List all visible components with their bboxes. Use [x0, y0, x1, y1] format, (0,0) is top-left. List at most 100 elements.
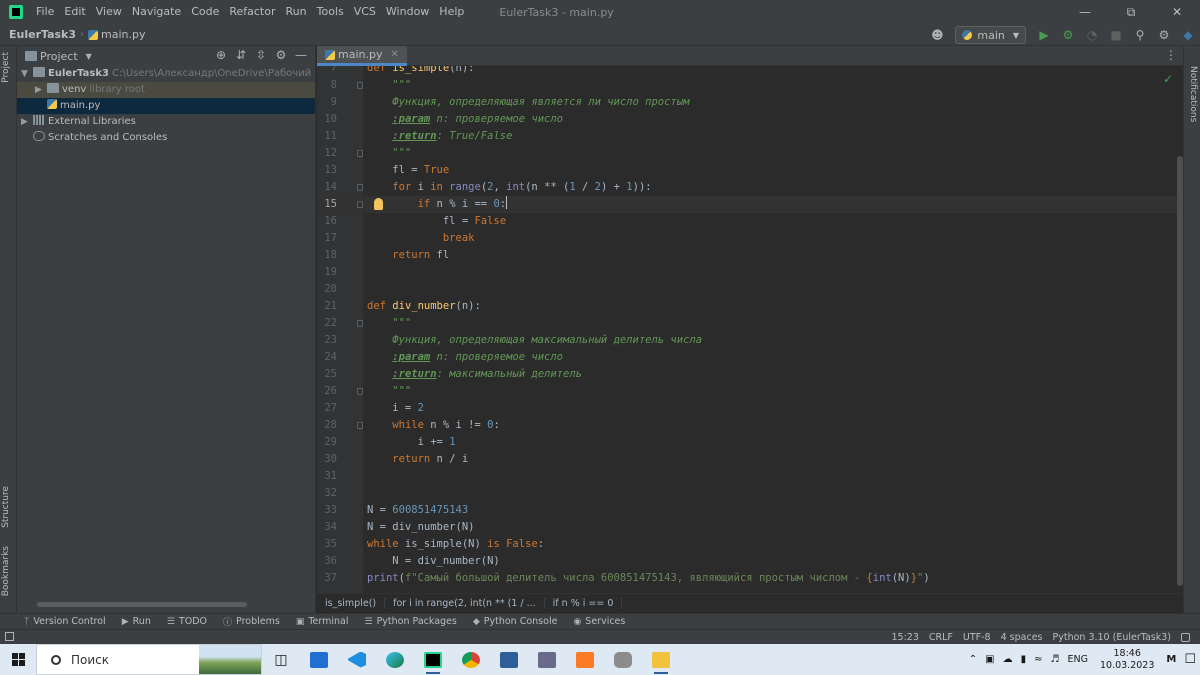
code-line[interactable]: 28 while n % i != 0:: [317, 417, 1183, 434]
code-line[interactable]: 22 """: [317, 315, 1183, 332]
file-encoding[interactable]: UTF-8: [963, 632, 991, 643]
line-number[interactable]: 27: [317, 400, 337, 417]
line-separator[interactable]: CRLF: [929, 632, 953, 643]
task-view-button[interactable]: ◫: [262, 644, 300, 675]
python-interpreter[interactable]: Python 3.10 (EulerTask3): [1053, 632, 1172, 643]
tree-item-external-libraries[interactable]: ▶ External Libraries: [17, 114, 315, 130]
coverage-icon[interactable]: ◔: [1082, 26, 1102, 44]
line-number[interactable]: 15: [317, 196, 337, 213]
menu-refactor[interactable]: Refactor: [224, 0, 280, 24]
line-number[interactable]: 26: [317, 383, 337, 400]
onedrive-icon[interactable]: ☁: [1003, 654, 1013, 665]
run-config-select[interactable]: main ▼: [955, 26, 1026, 44]
code-line[interactable]: 19: [317, 264, 1183, 281]
code-line[interactable]: 17 break: [317, 230, 1183, 247]
tree-item-scratches[interactable]: Scratches and Consoles: [17, 130, 315, 146]
code-line[interactable]: 29 i += 1: [317, 434, 1183, 451]
gear-icon[interactable]: ⚙: [1154, 26, 1174, 44]
line-number[interactable]: 13: [317, 162, 337, 179]
expand-all-icon[interactable]: ⇵: [231, 48, 251, 62]
code-line[interactable]: 35 while is_simple(N) is False:: [317, 536, 1183, 553]
tree-item-root[interactable]: ▼ EulerTask3 C:\Users\Александр\OneDrive\…: [17, 66, 315, 82]
code-line[interactable]: 12 """: [317, 145, 1183, 162]
more-icon[interactable]: ⋮: [1165, 48, 1177, 62]
tool-problems[interactable]: ⓘ Problems: [223, 615, 280, 628]
line-number[interactable]: 10: [317, 111, 337, 128]
line-number[interactable]: 11: [317, 128, 337, 145]
menu-code[interactable]: Code: [186, 0, 224, 24]
code-breadcrumb-item[interactable]: is_simple(): [317, 598, 386, 609]
code-line[interactable]: 25 :return: максимальный делитель: [317, 366, 1183, 383]
code-line[interactable]: 18 return fl: [317, 247, 1183, 264]
tool-run[interactable]: ▶ Run: [122, 616, 151, 627]
line-number[interactable]: 32: [317, 485, 337, 502]
code-line[interactable]: 32: [317, 485, 1183, 502]
code-line[interactable]: 33 N = 600851475143: [317, 502, 1183, 519]
menu-view[interactable]: View: [91, 0, 127, 24]
line-number[interactable]: 33: [317, 502, 337, 519]
menu-edit[interactable]: Edit: [59, 0, 90, 24]
code-line[interactable]: 27 i = 2: [317, 400, 1183, 417]
debug-icon[interactable]: ⚙: [1058, 26, 1078, 44]
fold-marker-icon[interactable]: [357, 320, 363, 327]
menu-help[interactable]: Help: [434, 0, 469, 24]
menu-navigate[interactable]: Navigate: [127, 0, 186, 24]
code-line[interactable]: 26 """: [317, 383, 1183, 400]
code-line[interactable]: 23 Функция, определяющая максимальный де…: [317, 332, 1183, 349]
taskbar-xampp[interactable]: [566, 644, 604, 675]
tree-item-venv[interactable]: ▶ venv library root: [17, 82, 315, 98]
project-tool-tab[interactable]: Project: [1, 52, 11, 83]
menu-tools[interactable]: Tools: [312, 0, 349, 24]
line-number[interactable]: 18: [317, 247, 337, 264]
line-number[interactable]: 22: [317, 315, 337, 332]
device-icon[interactable]: ▣: [985, 654, 994, 665]
code-line[interactable]: 13 fl = True: [317, 162, 1183, 179]
code-line[interactable]: 15 if n % i == 0:: [317, 196, 1183, 213]
code-line[interactable]: 31: [317, 468, 1183, 485]
gear-icon[interactable]: ⚙: [271, 48, 291, 62]
wifi-icon[interactable]: ≈: [1034, 654, 1042, 665]
menu-file[interactable]: File: [31, 0, 59, 24]
taskbar-database[interactable]: [604, 644, 642, 675]
fold-marker-icon[interactable]: [357, 184, 363, 191]
breadcrumb-project[interactable]: EulerTask3: [0, 28, 80, 41]
line-number[interactable]: 14: [317, 179, 337, 196]
fold-marker-icon[interactable]: [357, 422, 363, 429]
code-line[interactable]: 9 Функция, определяющая является ли числ…: [317, 94, 1183, 111]
code-line[interactable]: 10 :param n: проверяемое число: [317, 111, 1183, 128]
code-line[interactable]: 7 def is_simple(n):: [317, 66, 1183, 77]
menu-window[interactable]: Window: [381, 0, 434, 24]
taskbar-pycharm[interactable]: [414, 644, 452, 675]
locate-icon[interactable]: ⊕: [211, 48, 231, 62]
user-icon[interactable]: ☻: [927, 26, 947, 44]
code-line[interactable]: 37 print(f"Самый большой делитель числа 6…: [317, 570, 1183, 587]
menu-vcs[interactable]: VCS: [349, 0, 381, 24]
taskbar-network-app[interactable]: [490, 644, 528, 675]
tab-main-py[interactable]: main.py ✕: [317, 46, 407, 66]
restore-icon[interactable]: ⧉: [1108, 0, 1154, 24]
line-number[interactable]: 24: [317, 349, 337, 366]
line-number[interactable]: 30: [317, 451, 337, 468]
chevron-up-icon[interactable]: ⌃: [969, 654, 977, 665]
taskbar-edge[interactable]: [376, 644, 414, 675]
hide-icon[interactable]: —: [291, 48, 311, 62]
code-line[interactable]: 34 N = div_number(N): [317, 519, 1183, 536]
code-line[interactable]: 8 """: [317, 77, 1183, 94]
line-number[interactable]: 23: [317, 332, 337, 349]
chevron-down-icon[interactable]: ▼: [86, 52, 92, 61]
fold-marker-icon[interactable]: [357, 201, 363, 208]
close-tab-icon[interactable]: ✕: [390, 49, 398, 60]
start-button[interactable]: [0, 644, 36, 675]
line-number[interactable]: 28: [317, 417, 337, 434]
taskbar-search[interactable]: Поиск: [36, 644, 262, 675]
line-number[interactable]: 25: [317, 366, 337, 383]
battery-icon[interactable]: ▮: [1021, 654, 1027, 665]
caret-position[interactable]: 15:23: [892, 632, 919, 643]
run-icon[interactable]: ▶: [1034, 26, 1054, 44]
horizontal-scrollbar[interactable]: [37, 602, 247, 607]
taskbar-mail[interactable]: [300, 644, 338, 675]
line-number[interactable]: 29: [317, 434, 337, 451]
stop-icon[interactable]: ■: [1106, 26, 1126, 44]
notification-icon[interactable]: ☐: [1184, 652, 1196, 667]
fold-marker-icon[interactable]: [357, 388, 363, 395]
